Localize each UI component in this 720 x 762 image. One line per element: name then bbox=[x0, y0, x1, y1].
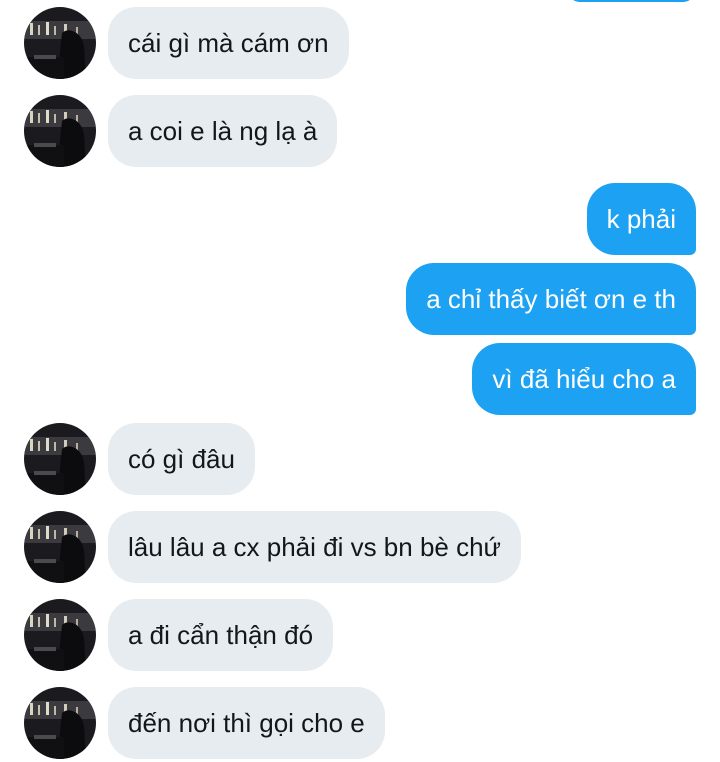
previous-outgoing-bubble-fragment[interactable] bbox=[568, 0, 695, 2]
avatar-photo-icon bbox=[24, 599, 96, 671]
incoming-message-bubble[interactable]: cái gì mà cám ơn bbox=[108, 7, 349, 79]
contact-avatar[interactable] bbox=[24, 95, 96, 167]
message-text: có gì đâu bbox=[128, 444, 235, 474]
incoming-message-bubble[interactable]: a coi e là ng lạ à bbox=[108, 95, 338, 167]
message-text: a coi e là ng lạ à bbox=[128, 116, 318, 146]
incoming-message-bubble[interactable]: a đi cẩn thận đó bbox=[108, 599, 334, 671]
message-text: lâu lâu a cx phải đi vs bn bè chứ bbox=[128, 532, 501, 562]
avatar-photo-icon bbox=[24, 511, 96, 583]
message-text: k phải bbox=[606, 204, 676, 234]
message-text: đến nơi thì gọi cho e bbox=[128, 708, 365, 738]
outgoing-message-bubble[interactable]: vì đã hiểu cho a bbox=[472, 343, 696, 415]
conversation-thread: cái gì mà cám ơn a coi e là ng lạ à k ph… bbox=[0, 0, 720, 762]
contact-avatar[interactable] bbox=[24, 511, 96, 583]
contact-avatar[interactable] bbox=[24, 599, 96, 671]
avatar-photo-icon bbox=[24, 7, 96, 79]
outgoing-message-bubble[interactable]: k phải bbox=[586, 183, 696, 255]
contact-avatar[interactable] bbox=[24, 423, 96, 495]
message-text: cái gì mà cám ơn bbox=[128, 28, 329, 58]
avatar-photo-icon bbox=[24, 95, 96, 167]
contact-avatar[interactable] bbox=[24, 7, 96, 79]
message-text: a đi cẩn thận đó bbox=[128, 620, 314, 650]
avatar-photo-icon bbox=[24, 687, 96, 759]
outgoing-message-bubble[interactable]: a chỉ thấy biết ơn e th bbox=[406, 263, 696, 335]
message-text: vì đã hiểu cho a bbox=[492, 364, 676, 394]
contact-avatar[interactable] bbox=[24, 687, 96, 759]
avatar-photo-icon bbox=[24, 423, 96, 495]
incoming-message-bubble[interactable]: lâu lâu a cx phải đi vs bn bè chứ bbox=[108, 511, 521, 583]
incoming-message-bubble[interactable]: có gì đâu bbox=[108, 423, 255, 495]
incoming-message-bubble[interactable]: đến nơi thì gọi cho e bbox=[108, 687, 385, 759]
message-text: a chỉ thấy biết ơn e th bbox=[426, 284, 676, 314]
